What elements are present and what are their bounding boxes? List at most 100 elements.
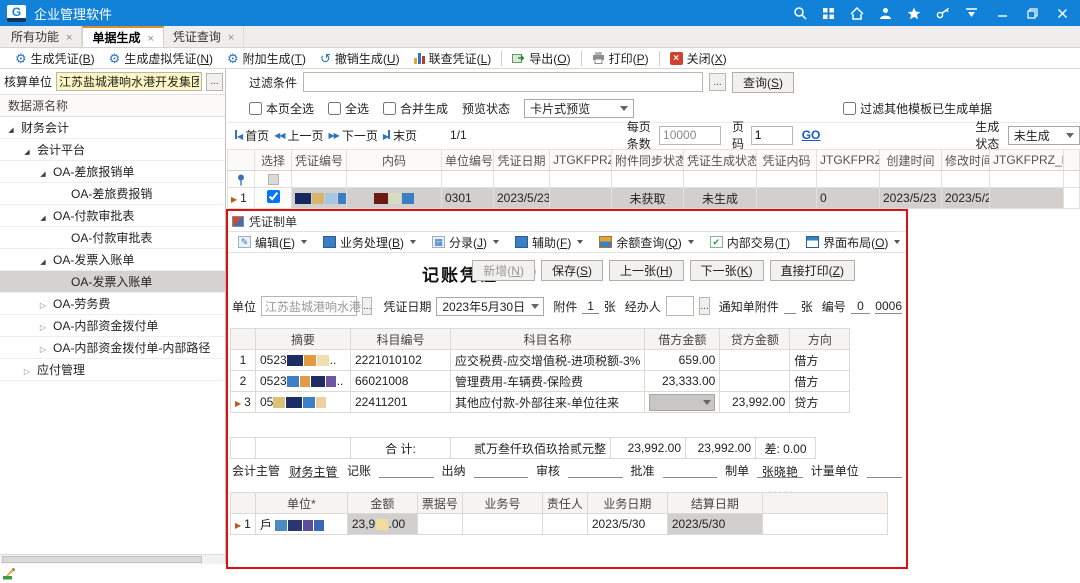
unit-field[interactable]: 江苏盐城港响水港... (261, 296, 357, 316)
checkbox[interactable] (843, 102, 856, 115)
minimize-icon[interactable] (997, 8, 1008, 19)
tree-item-labor-fee[interactable]: OA-劳务费 (0, 293, 225, 315)
tab-voucher-query[interactable]: 凭证查询 (164, 26, 244, 47)
entry-row[interactable]: 1 0523.. 2221010102 应交税费-应交增值税-进项税额-3% 6… (231, 350, 850, 371)
close-icon[interactable] (1057, 8, 1068, 19)
star-icon[interactable] (907, 7, 921, 20)
debit-amount-cell[interactable] (645, 392, 720, 413)
balance-query-menu[interactable]: 余额查询(Q) (594, 232, 698, 252)
checkbox[interactable] (249, 102, 262, 115)
unit-more-button[interactable]: ... (362, 297, 372, 315)
query-button[interactable]: 查询(S) (732, 72, 794, 93)
tree-item-financial-accounting[interactable]: 财务会计 (0, 117, 225, 139)
next-page-button[interactable]: ▶▶下一页 (329, 127, 378, 144)
expand-icon[interactable] (22, 143, 32, 157)
tree-item-accounting-platform[interactable]: 会计平台 (0, 139, 225, 161)
page-number-input[interactable] (751, 126, 793, 145)
pin-icon[interactable] (228, 171, 255, 188)
checkbox[interactable] (383, 102, 396, 115)
first-page-button[interactable]: ◀首页 (235, 127, 269, 144)
entry-row[interactable]: 2 0523.. 66021008 管理费用-车辆费-保险费 23,333.00… (231, 371, 850, 392)
undo-generate-button[interactable]: ↺撤销生成(U) (313, 48, 407, 68)
handler-more-button[interactable]: ... (699, 297, 709, 315)
key-icon[interactable] (936, 7, 950, 20)
collapse-icon[interactable] (38, 341, 48, 355)
bookkeeper-field[interactable] (379, 463, 434, 478)
tree-item-payment-approval-leaf[interactable]: OA-付款审批表 (0, 227, 225, 249)
edit-menu[interactable]: ✎编辑(E) (233, 232, 312, 252)
select-page-checkbox[interactable]: 本页全选 (249, 100, 314, 117)
preview-state-select[interactable]: 卡片式预览 (524, 99, 634, 118)
internal-transaction-menu[interactable]: ✔内部交易(T) (705, 232, 795, 252)
tree-item-internal-fund-transfer[interactable]: OA-内部资金拨付单 (0, 315, 225, 337)
filter-other-templates-checkbox[interactable]: 过滤其他模板已生成单据 (843, 100, 992, 117)
apps-icon[interactable] (822, 7, 835, 20)
layout-menu[interactable]: 界面布局(O) (801, 232, 905, 252)
generation-status-select[interactable]: 未生成 (1008, 126, 1080, 145)
maker-value[interactable]: 张晓艳 (757, 463, 803, 478)
checkbox[interactable] (328, 102, 341, 115)
tree-item-payment-approval[interactable]: OA-付款审批表 (0, 205, 225, 227)
filter-checkbox-placeholder[interactable] (255, 171, 292, 188)
expand-icon[interactable] (38, 253, 48, 267)
measure-unit-field[interactable] (867, 463, 902, 478)
filter-condition-input[interactable] (303, 72, 703, 92)
filter-more-button[interactable]: ... (709, 73, 726, 91)
entry-row-selected[interactable]: 3 05 22411201 其他应付款-外部往来-单位往来 23,992.00 … (231, 392, 850, 413)
export-button[interactable]: 导出(O) (505, 48, 577, 68)
cashier-field[interactable] (474, 463, 529, 478)
voucher-no-field-1[interactable]: 0 (851, 299, 871, 314)
restore-icon[interactable] (1027, 8, 1038, 19)
tab-close-icon[interactable] (66, 30, 72, 44)
expand-icon[interactable] (38, 209, 48, 223)
accounting-unit-input[interactable] (56, 72, 202, 91)
tree-item-internal-fund-transfer-path[interactable]: OA-内部资金拨付单-内部路径 (0, 337, 225, 359)
merge-generate-checkbox[interactable]: 合并生成 (383, 100, 448, 117)
chief-accountant-value[interactable]: 财务主管 (288, 463, 339, 478)
search-icon[interactable] (793, 6, 807, 20)
next-voucher-button[interactable]: 下一张(K) (690, 260, 764, 281)
print-button[interactable]: 打印(P) (585, 48, 656, 68)
select-all-checkbox[interactable]: 全选 (328, 100, 369, 117)
entries-menu[interactable]: ▦分录(J) (427, 232, 504, 252)
tab-document-generation[interactable]: 单据生成 (82, 26, 163, 47)
expand-icon[interactable] (6, 121, 16, 135)
business-process-menu[interactable]: 业务处理(B) (318, 232, 421, 252)
last-page-button[interactable]: ▶末页 (383, 127, 417, 144)
debit-amount-dropdown[interactable] (649, 394, 715, 411)
prev-page-button[interactable]: ◀◀上一页 (274, 127, 323, 144)
collapse-icon[interactable] (22, 363, 32, 377)
notice-count-field[interactable] (784, 299, 796, 314)
accounting-unit-more-button[interactable]: ... (206, 73, 223, 91)
add-button[interactable]: 新增(N) (472, 260, 535, 281)
go-link[interactable]: GO (802, 128, 821, 142)
expand-icon[interactable] (38, 165, 48, 179)
tab-close-icon[interactable] (147, 31, 153, 45)
tab-all-functions[interactable]: 所有功能 (2, 26, 82, 47)
row-checkbox[interactable] (267, 190, 280, 203)
generate-virtual-voucher-button[interactable]: ⚙生成虚拟凭证(N) (102, 48, 220, 68)
per-page-input[interactable] (659, 126, 721, 145)
additional-generate-button[interactable]: ⚙附加生成(T) (220, 48, 313, 68)
prev-voucher-button[interactable]: 上一张(H) (609, 260, 684, 281)
user-icon[interactable] (879, 7, 892, 20)
linked-query-voucher-button[interactable]: 联查凭证(L) (407, 48, 499, 68)
tree-item-payables-management[interactable]: 应付管理 (0, 359, 225, 381)
tree-item-travel-expense[interactable]: OA-差旅费报销 (0, 183, 225, 205)
voucher-no-field-2[interactable]: 0006 (875, 299, 902, 314)
assist-menu[interactable]: 辅助(F) (510, 232, 588, 252)
voucher-date-select[interactable]: 2023年5月30日 (436, 297, 544, 316)
auditor-field[interactable] (568, 463, 623, 478)
tree-item-invoice-entry[interactable]: OA-发票入账单 (0, 249, 225, 271)
tree-item-travel-expense-form[interactable]: OA-差旅报销单 (0, 161, 225, 183)
detail-data-row[interactable]: 1 戶 23,992.00 2023/5/30 2023/5/30 (231, 514, 888, 535)
home-icon[interactable] (850, 7, 864, 20)
tab-close-icon[interactable] (228, 30, 234, 44)
tree-item-invoice-entry-leaf-selected[interactable]: OA-发票入账单 (0, 271, 225, 293)
direct-print-button[interactable]: 直接打印(Z) (770, 260, 855, 281)
generate-voucher-button[interactable]: ⚙生成凭证(B) (8, 48, 102, 68)
attachment-count-field[interactable]: 1 (582, 299, 598, 314)
list-data-row[interactable]: 1 0301 2023/5/23 未获取 未生成 0 2023/5/23 202… (228, 188, 1080, 209)
save-button[interactable]: 保存(S) (541, 260, 603, 281)
handler-field[interactable] (666, 296, 695, 316)
